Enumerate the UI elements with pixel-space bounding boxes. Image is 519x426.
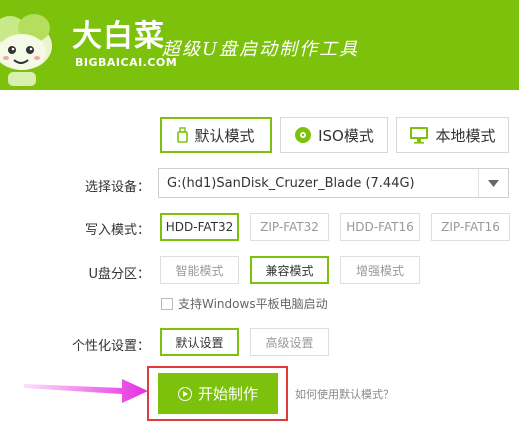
tab-local-mode-label: 本地模式 [435, 126, 496, 145]
start-button-label: 开始制作 [197, 385, 258, 403]
windows-tablet-checkbox[interactable] [161, 297, 173, 310]
brand-slogan: 超级U盘启动制作工具 [162, 39, 360, 60]
tab-iso-mode[interactable]: ISO模式 [280, 117, 388, 153]
start-button[interactable]: 开始制作 [158, 373, 278, 414]
write-mode-label: 写入模式： [84, 223, 150, 238]
personalize-label: 个性化设置： [71, 339, 150, 354]
write-mode-zip-fat16[interactable]: ZIP-FAT16 [431, 213, 510, 241]
write-mode-hdd-fat32[interactable]: HDD-FAT32 [160, 213, 239, 241]
play-icon [177, 386, 192, 401]
tab-iso-mode-label: ISO模式 [318, 126, 374, 145]
partition-label: U盘分区： [88, 267, 150, 282]
personalize-advanced-settings[interactable]: 高级设置 [250, 328, 329, 356]
windows-tablet-checkbox-row[interactable]: 支持Windows平板电脑启动 [161, 295, 328, 312]
write-mode-hdd-fat16[interactable]: HDD-FAT16 [340, 213, 420, 241]
default-mode-help-link[interactable]: 如何使用默认模式？ [295, 386, 394, 402]
write-mode-zip-fat32[interactable]: ZIP-FAT32 [250, 213, 329, 241]
partition-smart-mode[interactable]: 智能模式 [160, 256, 239, 284]
dropdown-arrow-icon[interactable] [478, 169, 508, 197]
partition-enhanced-mode[interactable]: 增强模式 [340, 256, 420, 284]
header-banner: 大白菜 BIGBAICAI.COM 超级U盘启动制作工具 [0, 0, 519, 90]
tab-default-mode[interactable]: 默认模式 [160, 117, 272, 153]
tab-default-mode-label: 默认模式 [194, 126, 255, 145]
partition-compatible-mode[interactable]: 兼容模式 [250, 256, 329, 284]
windows-tablet-checkbox-label: 支持Windows平板电脑启动 [178, 297, 328, 311]
usb-drive-icon [177, 127, 189, 143]
disc-icon [294, 126, 312, 144]
brand-name: 大白菜 [72, 19, 165, 54]
device-select[interactable]: G:(hd1)SanDisk_Cruzer_Blade (7.44G) [158, 168, 509, 198]
monitor-icon [409, 126, 429, 144]
device-label: 选择设备： [84, 180, 150, 195]
tab-local-mode[interactable]: 本地模式 [396, 117, 509, 153]
device-select-value: G:(hd1)SanDisk_Cruzer_Blade (7.44G) [167, 175, 415, 191]
personalize-default-settings[interactable]: 默认设置 [160, 328, 239, 356]
pointer-arrow-icon [24, 379, 148, 403]
cabbage-mascot-icon [0, 14, 52, 86]
